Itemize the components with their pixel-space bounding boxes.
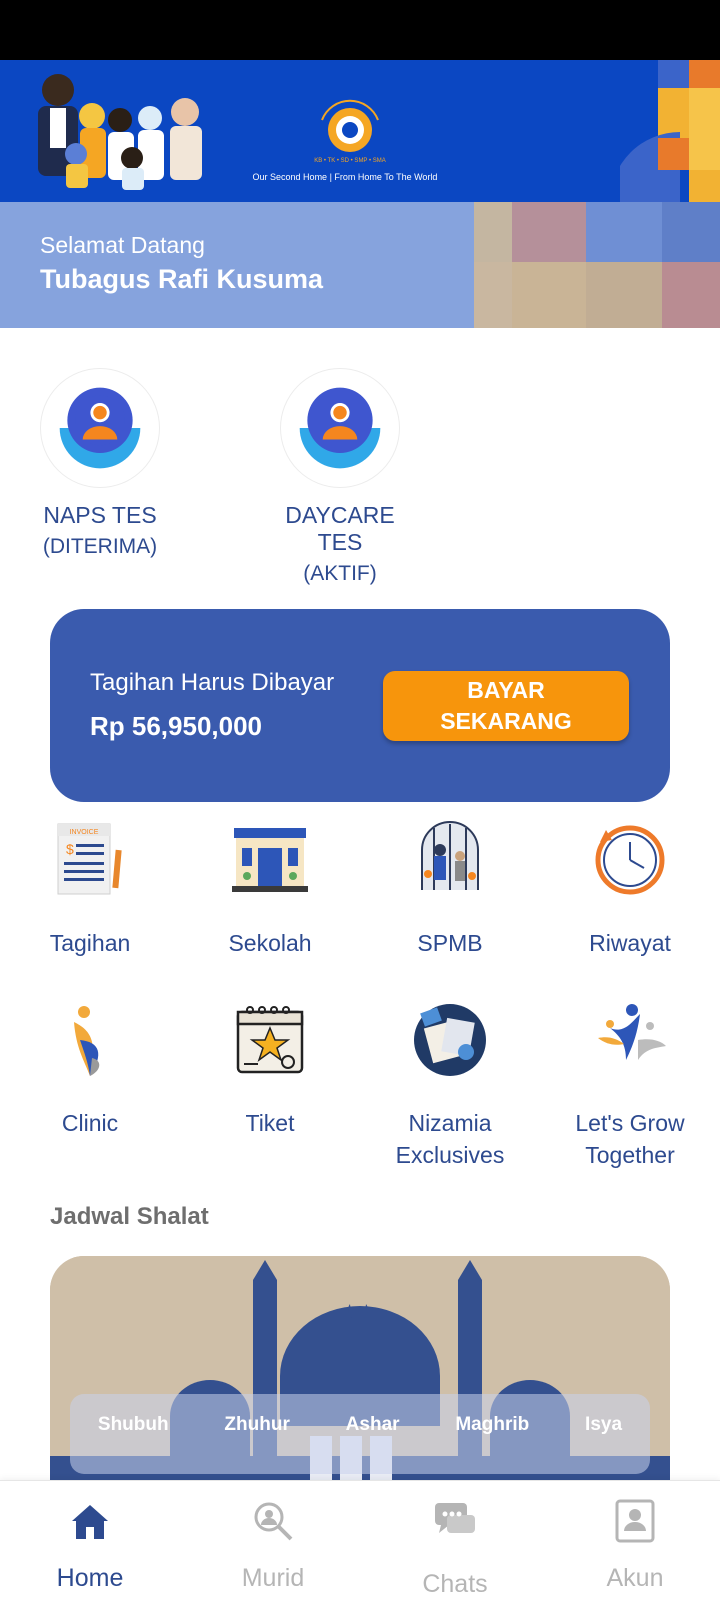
menu-label: Clinic xyxy=(61,1110,119,1136)
prayer-time-label: Isya xyxy=(585,1414,623,1435)
user-avatar-icon xyxy=(59,387,141,469)
pay-button-line2: SEKARANG xyxy=(440,708,572,734)
menu-label: Tiket xyxy=(245,1110,295,1136)
menu-label-line1: Nizamia xyxy=(408,1110,492,1136)
test-card-daycare[interactable]: DAYCARE TES (AKTIF) xyxy=(260,368,420,586)
menu-sekolah[interactable]: Sekolah xyxy=(185,820,355,959)
bottom-navigation: Home Murid Chats Akun xyxy=(0,1480,720,1600)
bill-card: Tagihan Harus Dibayar Rp 56,950,000 BAYA… xyxy=(50,609,670,802)
prayer-schedule-card: Shubuh Zhuhur Ashar Maghrib Isya xyxy=(50,1256,670,1496)
nav-akun[interactable]: Akun xyxy=(560,1499,710,1593)
invoice-icon: INVOICE $ xyxy=(57,823,122,895)
menu-label: Tagihan xyxy=(49,930,131,956)
bill-label: Tagihan Harus Dibayar xyxy=(90,669,335,696)
test-avatar xyxy=(40,368,160,488)
menu-label: Let's Grow Together xyxy=(545,1107,715,1171)
test-title: NAPS TES xyxy=(43,502,157,528)
user-avatar-icon xyxy=(299,387,381,469)
test-status: (AKTIF) xyxy=(303,562,377,585)
exclusives-icon xyxy=(414,1004,486,1076)
banner-tagline: Our Second Home | From Home To The World xyxy=(252,172,438,182)
pay-now-button[interactable]: BAYAR SEKARANG xyxy=(383,671,629,741)
bill-amount: Rp 56,950,000 xyxy=(90,711,263,741)
school-logo: KB • TK • SD • SMP • SMA xyxy=(310,90,390,170)
menu-label: SPMB xyxy=(417,930,483,956)
menu-clinic[interactable]: Clinic xyxy=(5,1000,175,1139)
test-card-naps[interactable]: NAPS TES (DITERIMA) xyxy=(20,368,180,559)
welcome-decoration xyxy=(474,202,720,328)
account-icon xyxy=(615,1499,655,1543)
history-clock-icon xyxy=(595,825,665,895)
clinic-icon xyxy=(74,1006,100,1076)
ticket-calendar-icon xyxy=(236,1006,304,1074)
menu-label: Riwayat xyxy=(589,930,671,956)
menu-lets-grow-together[interactable]: Let's Grow Together xyxy=(545,1000,715,1171)
test-avatar xyxy=(280,368,400,488)
grow-together-icon xyxy=(598,1004,666,1060)
student-search-icon xyxy=(254,1502,293,1541)
status-bar xyxy=(0,0,720,60)
svg-text:KB • TK • SD • SMP • SMA: KB • TK • SD • SMP • SMA xyxy=(314,158,386,164)
nav-murid[interactable]: Murid xyxy=(198,1499,348,1593)
school-icon xyxy=(232,828,308,892)
home-icon xyxy=(72,1505,108,1539)
prayer-time-label: Ashar xyxy=(345,1414,400,1435)
chat-icon xyxy=(435,1503,475,1533)
nav-home[interactable]: Home xyxy=(15,1499,165,1593)
nav-label: Akun xyxy=(606,1564,664,1592)
banner-decoration xyxy=(620,60,720,202)
test-status: (DITERIMA) xyxy=(42,535,158,558)
family-icon xyxy=(421,821,479,890)
menu-label: Nizamia Exclusives xyxy=(365,1107,535,1171)
menu-tiket[interactable]: Tiket xyxy=(185,1000,355,1139)
menu-riwayat[interactable]: Riwayat xyxy=(545,820,715,959)
nav-label: Home xyxy=(56,1564,124,1592)
nav-chats[interactable]: Chats xyxy=(380,1499,530,1599)
menu-nizamia-exclusives[interactable]: Nizamia Exclusives xyxy=(365,1000,535,1171)
svg-text:INVOICE: INVOICE xyxy=(70,829,99,836)
nav-label: Chats xyxy=(422,1570,488,1598)
menu-label-line2: Together xyxy=(585,1142,675,1168)
menu-label-line1: Let's Grow xyxy=(575,1110,685,1136)
test-title: DAYCARE TES xyxy=(285,502,395,555)
menu-spmb[interactable]: SPMB xyxy=(365,820,535,959)
prayer-section-title: Jadwal Shalat xyxy=(50,1203,209,1230)
prayer-time-label: Zhuhur xyxy=(224,1414,290,1435)
svg-text:$: $ xyxy=(66,841,74,857)
menu-tagihan[interactable]: INVOICE $ Tagihan xyxy=(5,820,175,959)
pay-button-line1: BAYAR xyxy=(467,677,545,703)
welcome-panel: Selamat Datang Tubagus Rafi Kusuma xyxy=(0,202,720,328)
menu-label: Sekolah xyxy=(228,930,312,956)
greeting-text: Selamat Datang xyxy=(40,232,205,258)
header-banner: KB • TK • SD • SMP • SMA Our Second Home… xyxy=(0,60,720,202)
nav-label: Murid xyxy=(241,1564,305,1592)
user-name: Tubagus Rafi Kusuma xyxy=(40,264,324,294)
students-illustration xyxy=(10,68,215,200)
menu-label-line2: Exclusives xyxy=(395,1142,505,1168)
prayer-time-label: Maghrib xyxy=(455,1414,530,1435)
prayer-time-label: Shubuh xyxy=(97,1414,169,1435)
prayer-times-bar: Shubuh Zhuhur Ashar Maghrib Isya xyxy=(70,1394,650,1474)
